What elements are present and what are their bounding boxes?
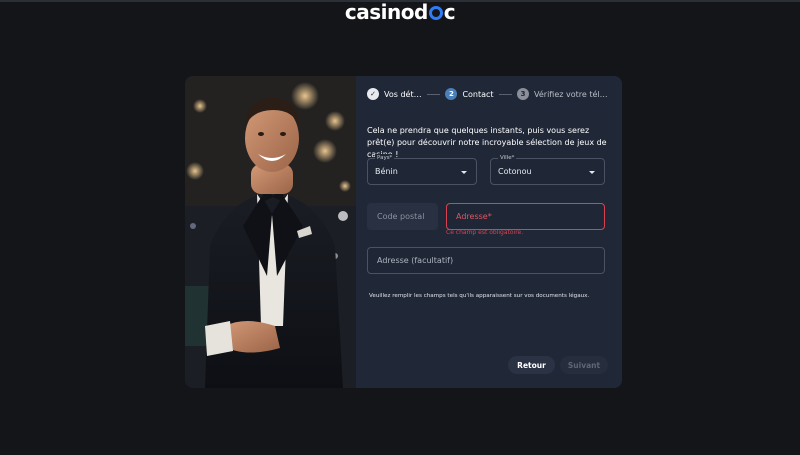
address-error-message: Ce champ est obligatoire. <box>446 229 524 236</box>
step-number: 2 <box>445 88 458 100</box>
step-number: 3 <box>517 88 529 100</box>
address-placeholder: Adresse* <box>456 212 492 221</box>
city-label: Ville* <box>498 154 517 162</box>
step-details[interactable]: ✓ Vos détails <box>367 88 422 100</box>
registration-modal: ✓ Vos détails 2 Contact 3 Vérifiez votre… <box>185 76 622 388</box>
chevron-down-icon <box>461 171 467 174</box>
step-separator <box>498 93 512 95</box>
city-value: Cotonou <box>498 167 532 176</box>
intro-text: Cela ne prendra que quelques instants, p… <box>367 126 607 159</box>
legal-documents-note: Veuillez remplir les champs tels qu'ils … <box>369 293 590 299</box>
logo-text-left: casino <box>344 0 415 24</box>
poker-chip-icon <box>428 6 443 20</box>
logo-text-end: c <box>443 0 456 24</box>
step-label: Vérifiez votre téléphone <box>534 89 612 99</box>
address-input[interactable]: Adresse* <box>446 203 605 230</box>
step-contact[interactable]: 2 Contact <box>445 88 494 100</box>
promo-photo <box>185 76 356 388</box>
man-in-tuxedo-illustration <box>185 76 356 388</box>
check-icon: ✓ <box>367 88 379 100</box>
chevron-down-icon <box>589 171 595 174</box>
back-button[interactable]: Retour <box>508 356 555 374</box>
step-verify-phone: 3 Vérifiez votre téléphone <box>517 88 612 100</box>
step-label: Vos détails <box>384 89 422 99</box>
country-label: Pays* <box>375 154 395 162</box>
step-label: Contact <box>462 89 494 99</box>
step-separator <box>427 93 441 95</box>
city-select[interactable]: Ville* Cotonou <box>490 154 605 185</box>
postal-code-placeholder: Code postal <box>377 212 425 221</box>
country-select[interactable]: Pays* Bénin <box>367 154 477 185</box>
address-optional-input[interactable]: Adresse (facultatif) <box>367 247 605 274</box>
postal-code-input[interactable]: Code postal <box>367 203 438 230</box>
next-button[interactable]: Suivant <box>560 356 608 374</box>
stepper: ✓ Vos détails 2 Contact 3 Vérifiez votre… <box>367 87 612 101</box>
logo-text-mid: d <box>413 0 428 24</box>
registration-form-panel: ✓ Vos détails 2 Contact 3 Vérifiez votre… <box>356 76 622 388</box>
country-value: Bénin <box>375 167 398 176</box>
casinodoc-logo[interactable]: casinod c <box>0 0 800 24</box>
address-optional-placeholder: Adresse (facultatif) <box>377 256 454 265</box>
